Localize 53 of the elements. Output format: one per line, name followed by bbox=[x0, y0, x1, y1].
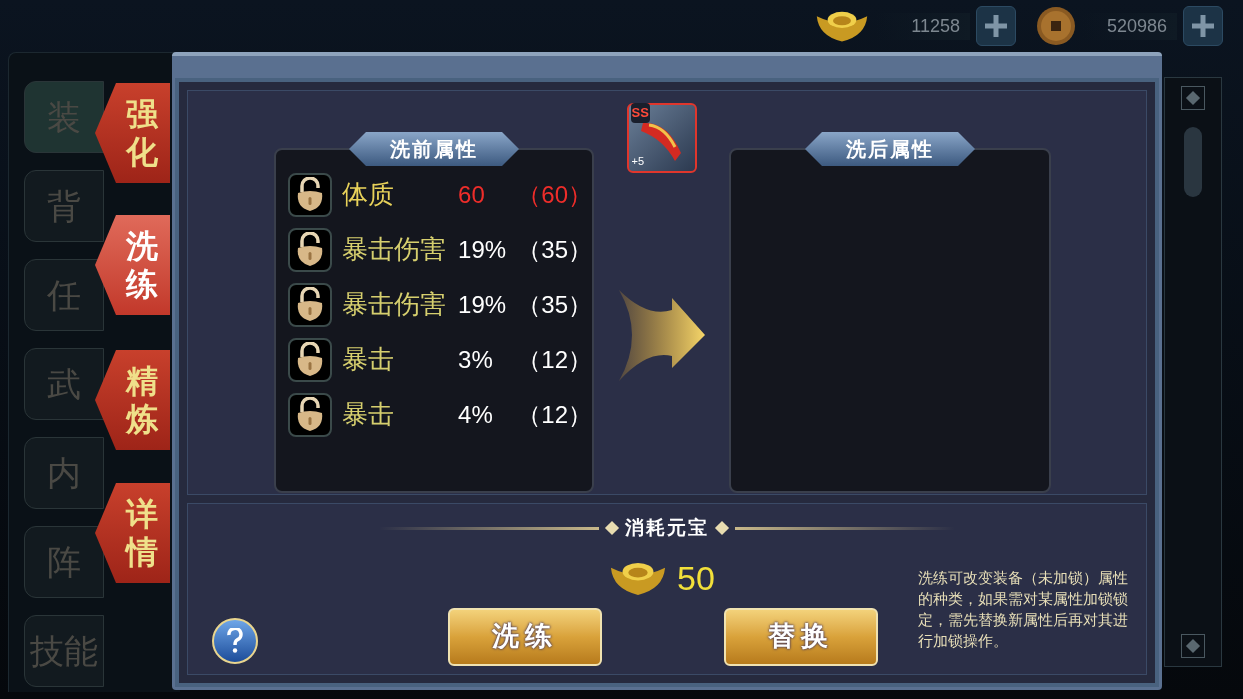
attribute-name: 体质 bbox=[342, 178, 395, 211]
attribute-name: 暴击 bbox=[342, 398, 395, 431]
scroll-up-icon[interactable] bbox=[1181, 86, 1205, 110]
attribute-base: （12） bbox=[517, 344, 592, 375]
ingot-icon bbox=[815, 9, 869, 43]
padlock-icon bbox=[295, 286, 325, 323]
help-button[interactable] bbox=[212, 618, 258, 664]
scroll-thumb[interactable] bbox=[1184, 127, 1202, 197]
lock-button[interactable] bbox=[288, 282, 332, 327]
side-menu-item[interactable]: 技能 bbox=[24, 615, 104, 687]
add-button[interactable] bbox=[1183, 6, 1223, 46]
attribute-value: 3% bbox=[458, 344, 494, 375]
padlock-icon bbox=[295, 176, 325, 213]
padlock-icon bbox=[295, 341, 325, 378]
lock-button[interactable] bbox=[288, 392, 332, 437]
cost-amount: 50 bbox=[677, 557, 715, 599]
attribute-base: （35） bbox=[517, 289, 592, 320]
coin-icon bbox=[1036, 6, 1076, 46]
attribute-value: 4% bbox=[458, 399, 494, 430]
question-mark-icon bbox=[226, 628, 244, 654]
action-button[interactable]: 替换 bbox=[724, 607, 878, 666]
side-menu-item[interactable]: 武 bbox=[24, 348, 104, 420]
attribute-name: 暴击伤害 bbox=[342, 288, 447, 321]
panel-title: 洗前属性 bbox=[349, 132, 519, 166]
plus-icon bbox=[1190, 13, 1216, 39]
attribute-value: 60 bbox=[458, 179, 486, 210]
scroll-down-icon[interactable] bbox=[1181, 634, 1205, 658]
attribute-base: （60） bbox=[517, 179, 592, 210]
attribute-base: （12） bbox=[517, 399, 592, 430]
padlock-icon bbox=[295, 231, 325, 268]
lock-button[interactable] bbox=[288, 227, 332, 272]
side-menu-item[interactable]: 背 bbox=[24, 170, 104, 242]
ingot-icon bbox=[609, 560, 668, 596]
cost-title: 消耗元宝 bbox=[625, 516, 709, 540]
equipment-slot[interactable]: SS +5 bbox=[626, 103, 697, 173]
attribute-value: 19% bbox=[458, 289, 508, 320]
attribute-base: （35） bbox=[517, 234, 592, 265]
plus-icon bbox=[983, 13, 1009, 39]
padlock-icon bbox=[295, 396, 325, 433]
panel-title: 洗后属性 bbox=[805, 132, 975, 166]
side-menu-item[interactable]: 阵 bbox=[24, 526, 104, 598]
lock-button[interactable] bbox=[288, 172, 332, 217]
add-button[interactable] bbox=[976, 6, 1016, 46]
attribute-name: 暴击伤害 bbox=[342, 233, 447, 266]
attribute-value: 19% bbox=[458, 234, 508, 265]
enhance-level: +5 bbox=[631, 153, 645, 169]
side-menu-item[interactable]: 任 bbox=[24, 259, 104, 331]
grade-label: SS bbox=[630, 103, 650, 123]
action-button[interactable]: 洗练 bbox=[448, 607, 602, 666]
side-menu-item[interactable]: 内 bbox=[24, 437, 104, 509]
lock-button[interactable] bbox=[288, 337, 332, 382]
hint-text: 洗练可改变装备（未加锁）属性的种类，如果需对某属性加锁锁定，需先替换新属性后再对其进行加锁操作。 bbox=[918, 569, 1129, 651]
attribute-name: 暴击 bbox=[342, 343, 395, 376]
